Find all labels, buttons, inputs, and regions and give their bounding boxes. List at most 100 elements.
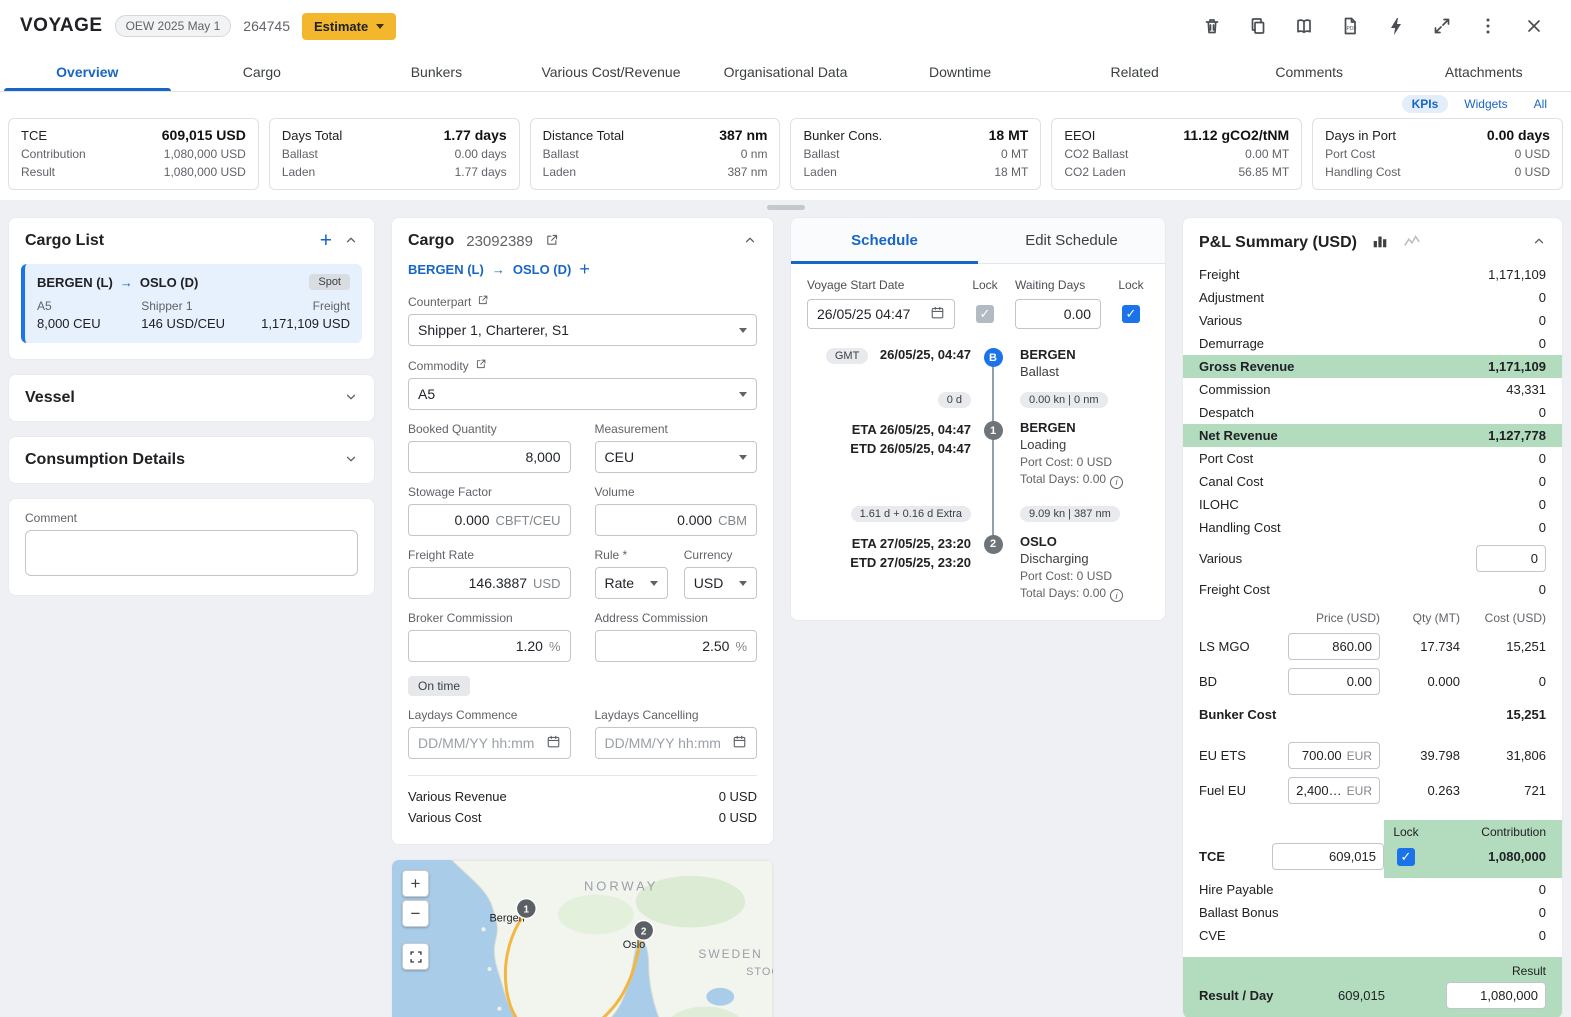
rule-select[interactable]: Rate	[595, 567, 668, 599]
tce-input[interactable]	[1280, 849, 1376, 864]
panel-resize-handle[interactable]	[767, 205, 805, 210]
chevron-up-icon	[1532, 234, 1546, 248]
leg2-duration-badge: 1.61 d + 0.16 d Extra	[851, 506, 971, 522]
voyage-start-lock-checkbox[interactable]: ✓	[976, 305, 994, 323]
tab-various-cost-revenue[interactable]: Various Cost/Revenue	[524, 52, 699, 91]
bd-price-input[interactable]	[1296, 674, 1372, 689]
booked-quantity-input[interactable]	[418, 449, 561, 465]
lsmgo-price-input[interactable]	[1296, 639, 1372, 654]
info-icon[interactable]: i	[1110, 476, 1123, 489]
tab-related[interactable]: Related	[1047, 52, 1222, 91]
map-marker-2[interactable]: 2	[634, 920, 654, 940]
waiting-days-lock-checkbox[interactable]: ✓	[1122, 305, 1140, 323]
collapse-cargo-list-button[interactable]	[344, 233, 358, 250]
tab-edit-schedule[interactable]: Edit Schedule	[978, 218, 1165, 263]
kpi-link-all[interactable]: All	[1524, 95, 1557, 113]
voyage-start-date-input[interactable]	[817, 306, 930, 322]
kpi-value: 387 nm	[719, 126, 767, 144]
pnl-row-value: 0	[1539, 497, 1546, 512]
measurement-value: CEU	[605, 449, 635, 465]
calendar-icon[interactable]	[732, 734, 747, 752]
pnl-row-value: 1,171,109	[1488, 359, 1546, 374]
spot-badge: Spot	[309, 274, 350, 290]
expand-consumption-button[interactable]	[344, 452, 358, 469]
tab-attachments[interactable]: Attachments	[1397, 52, 1571, 91]
map-canvas: NORWAY SWEDEN STOC North Bergen Oslo 1 2	[392, 860, 773, 1017]
line-chart-view-button[interactable]	[1403, 232, 1421, 253]
kpi-cards: TCE609,015 USD Contribution1,080,000 USD…	[8, 118, 1563, 190]
delete-button[interactable]	[1195, 9, 1229, 43]
copy-button[interactable]	[1241, 9, 1275, 43]
tce-lock-checkbox[interactable]: ✓	[1397, 848, 1415, 866]
cargo-list-item[interactable]: BERGEN (L) → OSLO (D) Spot A5 Shipper 1 …	[21, 264, 362, 343]
kpi-value: 0 nm	[741, 145, 768, 163]
bar-chart-view-button[interactable]	[1371, 232, 1389, 253]
pnl-row-label: Net Revenue	[1199, 428, 1488, 443]
map-zoom-out-button[interactable]: −	[402, 900, 429, 927]
tab-comments[interactable]: Comments	[1222, 52, 1397, 91]
measurement-select[interactable]: CEU	[595, 441, 758, 473]
volume-unit: CBM	[718, 513, 747, 528]
fullscreen-icon	[409, 950, 423, 964]
tab-overview[interactable]: Overview	[0, 52, 175, 91]
calendar-icon[interactable]	[546, 734, 561, 752]
quick-action-button[interactable]	[1379, 9, 1413, 43]
estimate-button[interactable]: Estimate	[302, 13, 396, 40]
open-counterpart-button[interactable]	[477, 294, 489, 309]
tab-bunkers[interactable]: Bunkers	[349, 52, 524, 91]
route-map[interactable]: + − NORWAY SWEDEN STOC North Bergen	[391, 859, 774, 1017]
tab-cargo[interactable]: Cargo	[175, 52, 350, 91]
export-pdf-button[interactable]: PDF	[1333, 9, 1367, 43]
close-button[interactable]	[1517, 9, 1551, 43]
kpi-value: 11.12 gCO2/tNM	[1183, 126, 1289, 144]
map-zoom-in-button[interactable]: +	[402, 870, 429, 897]
fuel-table-header: Price (USD) Qty (MT) Cost (USD)	[1183, 601, 1562, 629]
comment-input[interactable]	[25, 530, 358, 576]
result-total-input[interactable]	[1454, 988, 1538, 1003]
more-options-button[interactable]	[1471, 9, 1505, 43]
kpi-link-kpis[interactable]: KPIs	[1402, 95, 1449, 113]
laydays-cancelling-input[interactable]	[605, 735, 733, 751]
stowage-factor-input[interactable]	[418, 512, 490, 528]
tab-downtime[interactable]: Downtime	[873, 52, 1048, 91]
freight-rate-input[interactable]	[418, 575, 527, 591]
open-commodity-button[interactable]	[475, 358, 487, 373]
route-from-link[interactable]: BERGEN (L)	[408, 262, 484, 277]
collapse-pnl-button[interactable]	[1532, 234, 1546, 251]
svg-text:PDF: PDF	[1347, 26, 1357, 32]
laydays-commence-input[interactable]	[418, 735, 546, 751]
counterpart-select[interactable]: Shipper 1, Charterer, S1	[408, 314, 757, 346]
log-book-button[interactable]	[1287, 9, 1321, 43]
expand-vessel-button[interactable]	[344, 390, 358, 407]
add-cargo-button[interactable]: +	[320, 232, 332, 250]
copy-icon	[1248, 16, 1268, 36]
kpi-strip: KPIs Widgets All TCE609,015 USD Contribu…	[0, 92, 1571, 200]
address-commission-input[interactable]	[605, 638, 730, 654]
open-cargo-button[interactable]	[545, 233, 559, 250]
map-fullscreen-button[interactable]	[402, 943, 429, 970]
commodity-value: A5	[418, 386, 435, 402]
route-to-link[interactable]: OSLO (D)	[513, 262, 572, 277]
euets-price-input[interactable]	[1296, 748, 1342, 763]
fueleu-price-input[interactable]	[1296, 783, 1342, 798]
kpi-link-widgets[interactable]: Widgets	[1454, 95, 1517, 113]
fuel-qty: 17.734	[1380, 639, 1460, 654]
waiting-days-input[interactable]	[1025, 306, 1091, 322]
tab-schedule[interactable]: Schedule	[791, 218, 978, 263]
kpi-label: Distance Total	[543, 127, 624, 145]
kpi-view-links: KPIs Widgets All	[8, 92, 1563, 118]
info-icon[interactable]: i	[1110, 589, 1123, 602]
commodity-select[interactable]: A5	[408, 378, 757, 410]
route-arrow-icon: →	[120, 275, 133, 290]
broker-commission-input[interactable]	[418, 638, 543, 654]
pnl-various-input[interactable]	[1484, 551, 1538, 566]
tab-organisational-data[interactable]: Organisational Data	[698, 52, 873, 91]
currency-select[interactable]: USD	[684, 567, 757, 599]
stop1-eta: 26/05/25, 04:47	[880, 422, 971, 437]
volume-input[interactable]	[605, 512, 713, 528]
add-port-button[interactable]: +	[579, 260, 590, 278]
calendar-icon[interactable]	[930, 305, 945, 323]
fullscreen-button[interactable]	[1425, 9, 1459, 43]
collapse-cargo-detail-button[interactable]	[743, 233, 757, 250]
map-marker-1[interactable]: 1	[516, 899, 536, 919]
